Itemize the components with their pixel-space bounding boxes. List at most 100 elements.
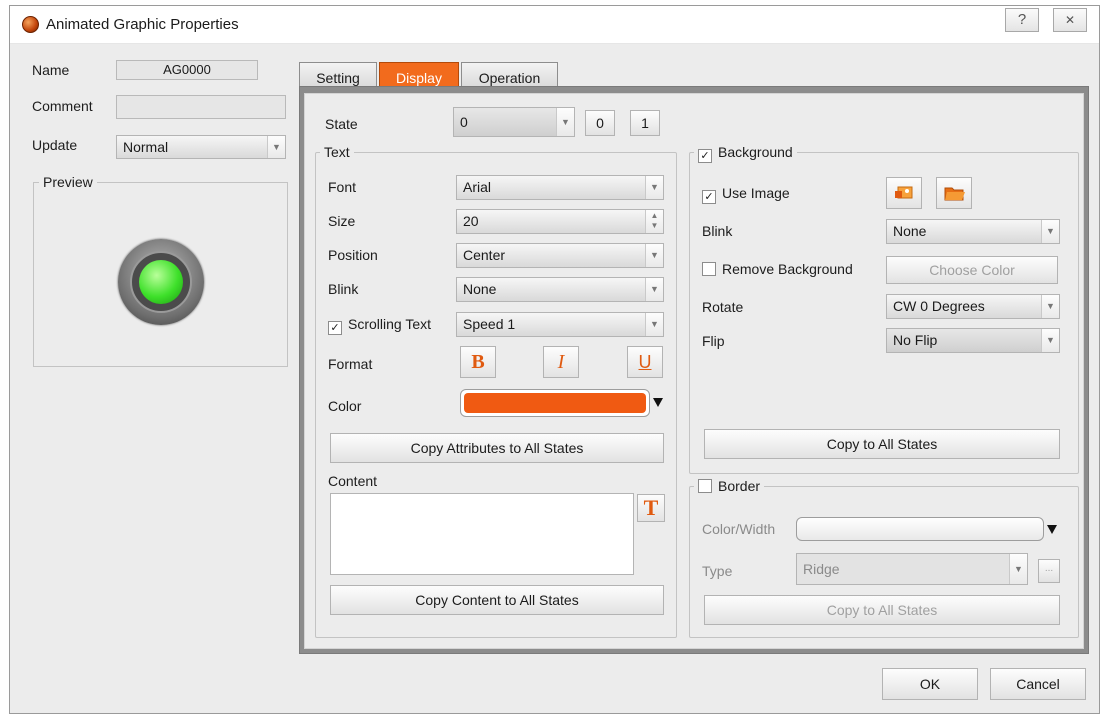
border-type-label: Type bbox=[702, 563, 733, 579]
state-0-button[interactable]: 0 bbox=[585, 110, 615, 136]
rotate-label: Rotate bbox=[702, 299, 744, 315]
chevron-down-icon: ▼ bbox=[267, 136, 285, 158]
size-label: Size bbox=[328, 213, 356, 229]
color-width-label: Color/Width bbox=[702, 521, 776, 537]
chevron-down-icon: ▼ bbox=[1009, 554, 1027, 584]
position-select[interactable]: Center ▼ bbox=[456, 243, 664, 268]
bg-blink-select[interactable]: None ▼ bbox=[886, 219, 1060, 244]
state-select[interactable]: 0 ▼ bbox=[453, 107, 575, 137]
font-value: Arial bbox=[463, 179, 492, 195]
preview-group: Preview bbox=[33, 174, 288, 367]
copy-attributes-button[interactable]: Copy Attributes to All States bbox=[330, 433, 664, 463]
flip-label: Flip bbox=[702, 333, 725, 349]
remove-background-label: Remove Background bbox=[722, 261, 853, 277]
lamp-ring bbox=[130, 251, 192, 313]
cancel-button[interactable]: Cancel bbox=[990, 668, 1086, 700]
color-swatch bbox=[464, 393, 646, 413]
update-select[interactable]: Normal ▼ bbox=[116, 135, 286, 159]
background-title: Background bbox=[718, 144, 793, 160]
position-value: Center bbox=[463, 247, 506, 263]
comment-field[interactable] bbox=[116, 95, 286, 119]
properties-dialog: Animated Graphic Properties ? ✕ Name AG0… bbox=[9, 5, 1100, 714]
border-color-width-picker[interactable] bbox=[796, 517, 1044, 541]
insert-text-button[interactable]: T bbox=[637, 494, 665, 522]
italic-button[interactable]: I bbox=[543, 346, 579, 378]
chevron-down-icon: ▼ bbox=[556, 108, 574, 136]
use-image-label: Use Image bbox=[722, 185, 790, 201]
choose-color-button[interactable]: Choose Color bbox=[886, 256, 1058, 284]
border-type-select[interactable]: Ridge ▼ bbox=[796, 553, 1028, 585]
remove-background-checkbox[interactable]: Remove Background bbox=[702, 261, 853, 277]
text-blink-select[interactable]: None ▼ bbox=[456, 277, 664, 302]
spinner-arrows-icon[interactable]: ▲ ▼ bbox=[645, 210, 663, 233]
comment-label: Comment bbox=[32, 98, 93, 114]
background-checkbox[interactable]: ✓ Background bbox=[694, 144, 797, 163]
display-tab-panel: State 0 ▼ 0 1 Text Font Arial ▼ Size 20 … bbox=[299, 86, 1089, 654]
border-group: Border Color/Width Type Ridge ▼ ... Copy… bbox=[689, 478, 1079, 638]
text-blink-value: None bbox=[463, 281, 497, 297]
border-checkbox[interactable]: Border bbox=[694, 478, 765, 494]
name-label: Name bbox=[32, 62, 70, 78]
state-1-button[interactable]: 1 bbox=[630, 110, 660, 136]
chevron-down-icon: ▼ bbox=[1041, 295, 1059, 318]
size-value: 20 bbox=[463, 213, 479, 229]
display-tab-content: State 0 ▼ 0 1 Text Font Arial ▼ Size 20 … bbox=[304, 93, 1084, 649]
lamp-preview-icon bbox=[118, 239, 204, 325]
text-blink-label: Blink bbox=[328, 281, 359, 297]
ok-button[interactable]: OK bbox=[882, 668, 978, 700]
chevron-down-icon: ▼ bbox=[645, 313, 663, 336]
checkmark-icon[interactable]: ✓ bbox=[698, 149, 712, 163]
chevron-down-icon: ▼ bbox=[1041, 220, 1059, 243]
flip-value: No Flip bbox=[893, 332, 938, 348]
color-dropdown-icon[interactable] bbox=[653, 398, 663, 407]
text-color-picker[interactable] bbox=[460, 389, 650, 417]
copy-content-button[interactable]: Copy Content to All States bbox=[330, 585, 664, 615]
position-label: Position bbox=[328, 247, 378, 263]
flip-select[interactable]: No Flip ▼ bbox=[886, 328, 1060, 353]
border-more-button[interactable]: ... bbox=[1038, 559, 1060, 583]
title-bar: Animated Graphic Properties ? ✕ bbox=[10, 6, 1099, 44]
checkbox-icon[interactable] bbox=[698, 479, 712, 493]
font-select[interactable]: Arial ▼ bbox=[456, 175, 664, 200]
font-label: Font bbox=[328, 179, 357, 195]
underline-button[interactable]: U bbox=[627, 346, 663, 378]
state-value: 0 bbox=[460, 114, 468, 130]
update-value: Normal bbox=[123, 139, 169, 155]
size-spinner[interactable]: 20 ▲ ▼ bbox=[456, 209, 664, 234]
background-group: ✓ Background ✓ Use Image Blink None ▼ Re… bbox=[689, 144, 1079, 474]
chevron-down-icon: ▼ bbox=[645, 176, 663, 199]
checkbox-icon[interactable] bbox=[702, 262, 716, 276]
scroll-speed-value: Speed 1 bbox=[463, 316, 516, 332]
bold-button[interactable]: B bbox=[460, 346, 496, 378]
use-image-checkbox[interactable]: ✓ Use Image bbox=[702, 185, 790, 204]
help-button[interactable]: ? bbox=[1005, 8, 1039, 32]
content-textarea[interactable] bbox=[330, 493, 634, 575]
scrolling-text-checkbox[interactable]: ✓ Scrolling Text bbox=[328, 316, 431, 335]
chevron-down-icon: ▼ bbox=[645, 244, 663, 267]
window-title: Animated Graphic Properties bbox=[46, 16, 239, 33]
text-group: Text Font Arial ▼ Size 20 ▲ ▼ Position Ce… bbox=[315, 144, 677, 638]
rotate-select[interactable]: CW 0 Degrees ▼ bbox=[886, 294, 1060, 319]
scrolling-text-label: Scrolling Text bbox=[348, 316, 432, 332]
app-icon bbox=[22, 16, 39, 33]
border-title: Border bbox=[718, 478, 761, 494]
state-label: State bbox=[325, 116, 358, 132]
folder-open-icon bbox=[944, 187, 965, 201]
bg-copy-to-all-button[interactable]: Copy to All States bbox=[704, 429, 1060, 459]
open-folder-button[interactable] bbox=[936, 177, 972, 209]
preview-title: Preview bbox=[39, 174, 97, 190]
lamp-core bbox=[139, 260, 183, 304]
checkmark-icon[interactable]: ✓ bbox=[328, 321, 342, 335]
image-library-button[interactable] bbox=[886, 177, 922, 209]
border-color-dropdown-icon[interactable] bbox=[1047, 525, 1057, 534]
text-group-title: Text bbox=[320, 144, 354, 160]
checkmark-icon[interactable]: ✓ bbox=[702, 190, 716, 204]
color-label: Color bbox=[328, 398, 362, 414]
chevron-down-icon: ▼ bbox=[645, 278, 663, 301]
update-label: Update bbox=[32, 137, 78, 153]
scroll-speed-select[interactable]: Speed 1 ▼ bbox=[456, 312, 664, 337]
border-copy-to-all-button[interactable]: Copy to All States bbox=[704, 595, 1060, 625]
content-label: Content bbox=[328, 473, 378, 489]
close-button[interactable]: ✕ bbox=[1053, 8, 1087, 32]
rotate-value: CW 0 Degrees bbox=[893, 298, 985, 314]
